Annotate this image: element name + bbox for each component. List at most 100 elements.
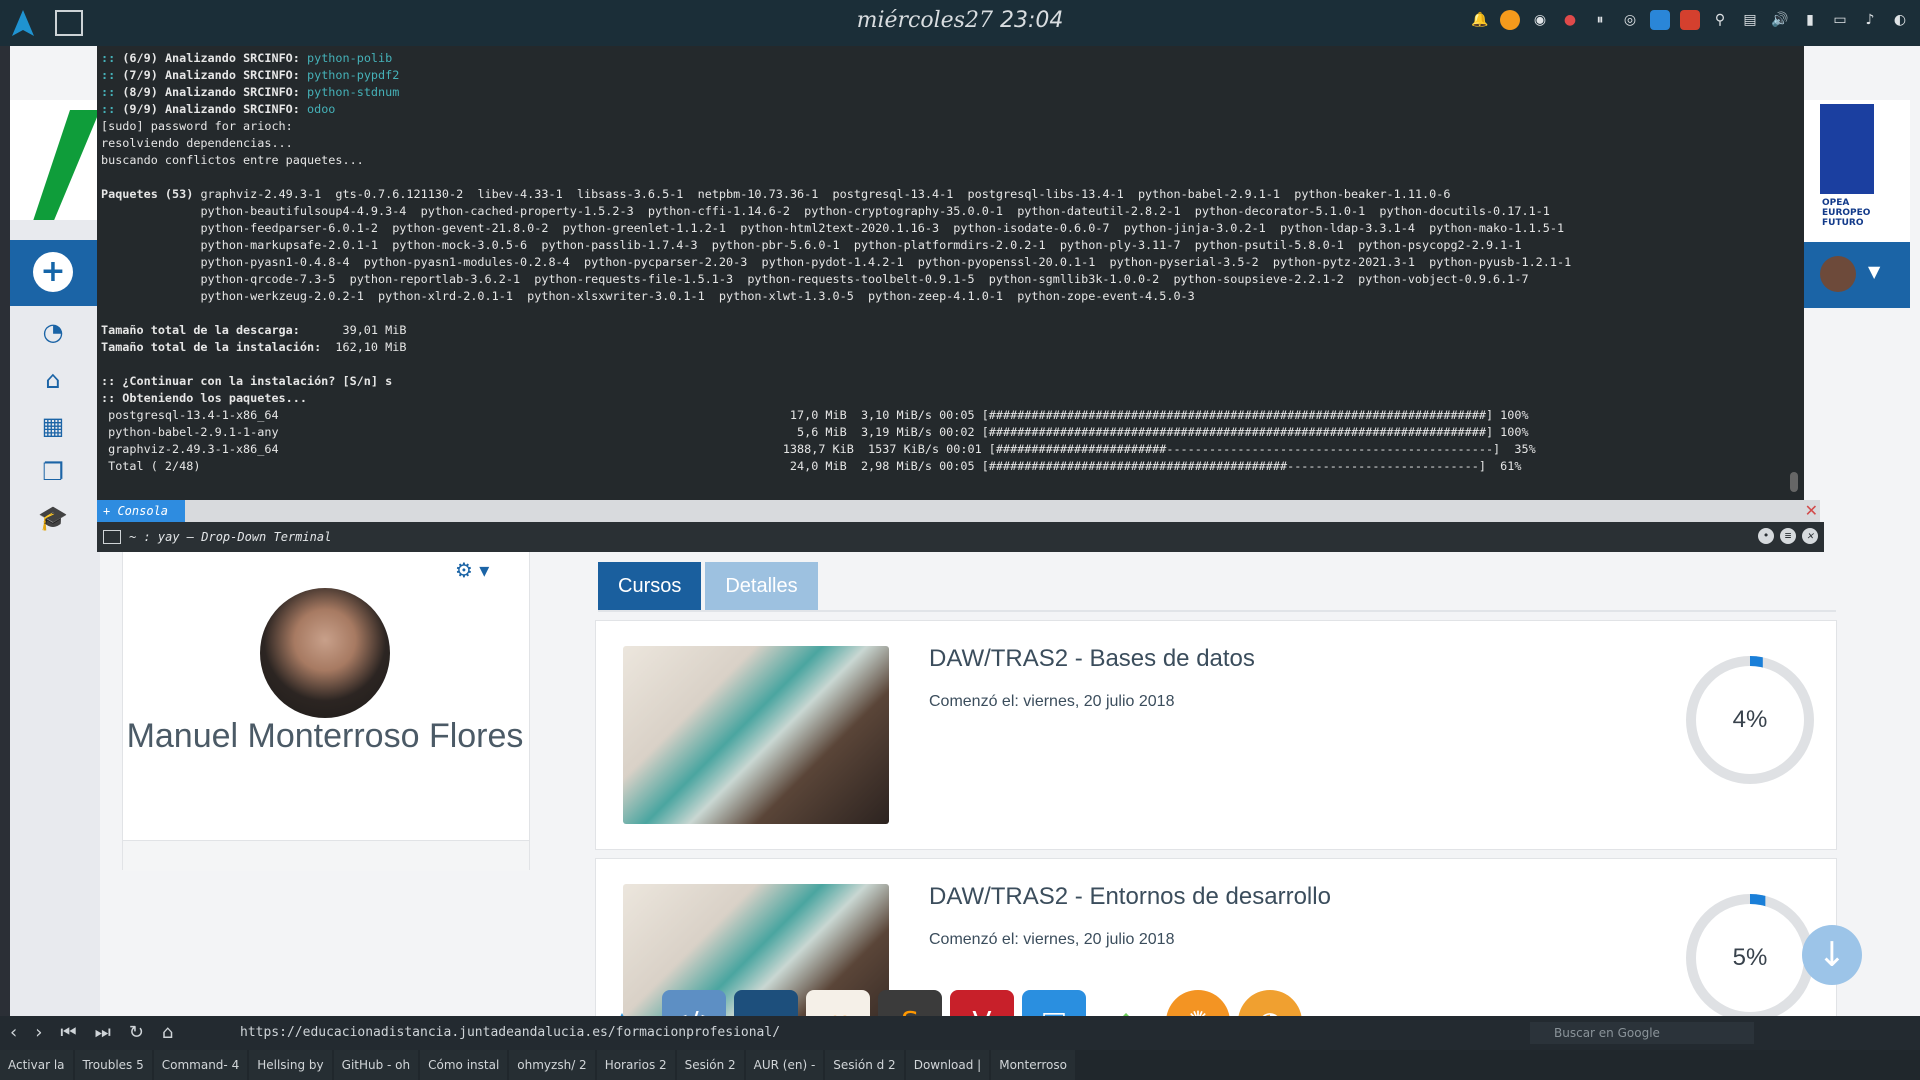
tab-consola-label: Consola (117, 504, 169, 518)
term-line: (8/9) Analizando SRCINFO: (122, 85, 307, 99)
eu-logo-text: OPEA EUROPEO FUTURO (1822, 198, 1871, 228)
scroll-down-button[interactable]: ↓ (1802, 925, 1862, 985)
tab-divider (598, 610, 1836, 612)
term-prefix: :: (101, 102, 116, 116)
taskbar-item[interactable]: Hellsing by (249, 1050, 332, 1080)
minimize-icon[interactable]: • (1758, 528, 1774, 544)
taskbar-item[interactable]: Command- 4 (153, 1050, 248, 1080)
term-pkg: odoo (307, 102, 336, 116)
term-install-value: 162,10 MiB (335, 340, 407, 354)
discord-tray-icon[interactable]: ◉ (1530, 10, 1550, 30)
course-progress-value: 4% (1732, 706, 1768, 733)
term-line: resolviendo dependencias... (101, 136, 293, 150)
profile-avatar (260, 588, 390, 718)
term-download-value: 39,01 MiB (342, 323, 407, 337)
notification-icon[interactable]: 🔔 (1470, 10, 1490, 30)
sound-icon[interactable]: ♪ (1860, 10, 1880, 30)
url-field[interactable]: https://educacionadistancia.juntadeandal… (240, 1025, 780, 1040)
term-pkg: python-polib (307, 51, 393, 65)
clipboard-icon[interactable]: ▤ (1740, 10, 1760, 30)
taskbar-item[interactable]: AUR (en) - (745, 1050, 824, 1080)
chevron-down-icon[interactable]: ▼ (1868, 262, 1880, 281)
term-progress-line: Total ( 2/48) 24,0 MiB 2,98 MiB/s 00:05 … (101, 459, 1522, 473)
term-packages-label: Paquetes (53) (101, 187, 194, 201)
terminal-icon (103, 530, 121, 544)
battery-icon[interactable]: ▮ (1800, 10, 1820, 30)
site-sidebar: + ◔ ⌂ ▦ ❐ 🎓 (10, 220, 100, 1020)
profile-name: Manuel Monterroso Flores (126, 717, 524, 755)
graduation-cap-icon[interactable]: 🎓 (38, 504, 68, 534)
term-line: (9/9) Analizando SRCINFO: (122, 102, 307, 116)
term-prefix: :: (101, 51, 116, 65)
dashboard-icon[interactable]: ◔ (38, 318, 68, 348)
taskbar-item[interactable]: Monterroso (991, 1050, 1075, 1080)
drop-down-terminal[interactable]: :: (6/9) Analizando SRCINFO: python-poli… (97, 46, 1804, 500)
term-progress-line: python-babel-2.9.1-1-any 5,6 MiB 3,19 Mi… (101, 425, 1529, 439)
taskbar-item[interactable]: Cómo instal (420, 1050, 508, 1080)
term-progress-line: graphviz-2.49.3-1-x86_64 1388,7 KiB 1537… (101, 442, 1536, 456)
browser-address-bar: ‹›⏮⏭↻⌂ https://educacionadistancia.junta… (0, 1016, 1920, 1050)
user-icon[interactable]: ⚲ (1710, 10, 1730, 30)
volume-icon[interactable]: 🔊 (1770, 10, 1790, 30)
course-title[interactable]: DAW/TRAS2 - Entornos de desarrollo (929, 883, 1331, 911)
course-thumbnail[interactable] (623, 646, 889, 824)
display-icon[interactable]: ▭ (1830, 10, 1850, 30)
terminal-output: :: (6/9) Analizando SRCINFO: python-poli… (97, 46, 1804, 479)
term-pkg: python-pypdf2 (307, 68, 400, 82)
taskbar-item[interactable]: Activar la (0, 1050, 73, 1080)
clock-time: 23:04 (999, 8, 1064, 33)
taskbar-item[interactable]: Download | (905, 1050, 990, 1080)
window-controls: • ≡ ✕ (1758, 528, 1818, 544)
pause-icon[interactable]: ⏸ (1590, 10, 1610, 30)
terminal-title-bar: ~ : yay – Drop-Down Terminal • ≡ ✕ (97, 522, 1824, 552)
tab-consola[interactable]: + Consola (97, 500, 185, 522)
close-icon[interactable]: ✕ (1805, 502, 1818, 520)
course-progress-value: 5% (1732, 944, 1768, 971)
terminal-tab-bar: + Consola ✕ (97, 500, 1820, 522)
tab-detalles[interactable]: Detalles (705, 562, 818, 610)
network-icon[interactable]: ◐ (1890, 10, 1910, 30)
app-tray-icon[interactable] (1650, 10, 1670, 30)
term-packages-row: python-pyasn1-0.4.8-4 python-pyasn1-modu… (200, 255, 1572, 269)
calendar-icon[interactable]: ▦ (38, 412, 68, 442)
add-icon[interactable]: + (33, 252, 73, 292)
term-pkg: python-stdnum (307, 85, 400, 99)
term-packages-row: python-markupsafe-2.0.1-1 python-mock-3.… (200, 238, 1522, 252)
taskbar-item[interactable]: Troubles 5 (74, 1050, 152, 1080)
term-prefix: :: (101, 85, 116, 99)
tab-cursos[interactable]: Cursos (598, 562, 702, 610)
gear-icon[interactable]: ⚙ ▾ (455, 558, 489, 582)
search-input[interactable]: Buscar en Google (1530, 1022, 1754, 1044)
orange-app-icon[interactable] (1500, 10, 1520, 30)
term-prompt: :: ¿Continuar con la instalación? [S/n] … (101, 374, 393, 388)
nav-buttons[interactable]: ‹›⏮⏭↻⌂ (10, 1022, 191, 1043)
profile-card-footer (123, 840, 529, 871)
app-tray-icon-red[interactable] (1680, 10, 1700, 30)
taskbar-item[interactable]: Sesión 2 (676, 1050, 744, 1080)
term-prefix: :: (101, 68, 116, 82)
maximize-icon[interactable]: ≡ (1780, 528, 1796, 544)
taskbar-item[interactable]: Horarios 2 (596, 1050, 675, 1080)
term-packages-row: graphviz-2.49.3-1 gts-0.7.6.121130-2 lib… (200, 187, 1451, 201)
terminal-scrollbar[interactable] (1790, 472, 1798, 492)
course-card[interactable]: DAW/TRAS2 - Bases de datos Comenzó el: v… (595, 620, 1837, 850)
junta-logo (30, 110, 100, 230)
term-line: buscando conflictos entre paquetes... (101, 153, 364, 167)
term-download-label: Tamaño total de la descarga: (101, 323, 300, 337)
system-tray: 🔔 ◉ ● ⏸ ◎ ⚲ ▤ 🔊 ▮ ▭ ♪ ◐ (1470, 10, 1910, 30)
files-icon[interactable]: ❐ (38, 458, 68, 488)
taskbar-item[interactable]: Sesión d 2 (825, 1050, 904, 1080)
course-progress-ring: 5% (1686, 894, 1814, 1022)
header-avatar[interactable] (1820, 256, 1856, 292)
taskbar-item[interactable]: GitHub - oh (333, 1050, 419, 1080)
ghost-icon[interactable]: ● (1560, 10, 1580, 30)
course-title[interactable]: DAW/TRAS2 - Bases de datos (929, 645, 1255, 673)
home-icon[interactable]: ⌂ (38, 366, 68, 396)
term-line: (6/9) Analizando SRCINFO: (122, 51, 307, 65)
term-fetching: :: Obteniendo los paquetes... (101, 391, 307, 405)
taskbar-item[interactable]: ohmyzsh/ 2 (509, 1050, 595, 1080)
steam-icon[interactable]: ◎ (1620, 10, 1640, 30)
close-window-icon[interactable]: ✕ (1802, 528, 1818, 544)
course-start-date: Comenzó el: viernes, 20 julio 2018 (929, 693, 1175, 710)
taskbar: Activar la Troubles 5 Command- 4 Hellsin… (0, 1050, 1920, 1080)
